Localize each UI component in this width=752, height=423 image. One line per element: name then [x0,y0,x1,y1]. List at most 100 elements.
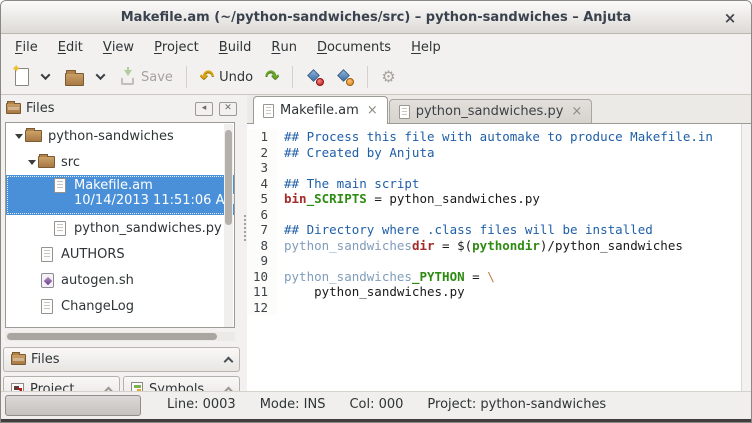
open-file-dropdown[interactable] [90,69,114,86]
line-number[interactable]: 10 [247,269,277,285]
new-file-icon [15,68,29,86]
code-line-11: 11 python_sandwiches.py [247,284,741,300]
tree-item-python-sandwiches[interactable]: python-sandwiches [6,123,234,149]
menu-file[interactable]: File [5,34,48,60]
goto-definition-button[interactable] [300,65,330,90]
line-number[interactable]: 5 [247,191,277,207]
preferences-button[interactable]: ⚙ [375,65,401,89]
redo-button[interactable]: ↷ [259,65,285,90]
tree-vertical-scrollbar[interactable] [224,124,233,328]
redo-icon: ↷ [265,69,279,86]
status-line: Line: 0003 [167,397,236,412]
new-file-button[interactable] [9,64,35,90]
tree-item-label: ChangeLog [61,299,134,314]
menu-project[interactable]: Project [144,34,209,60]
line-number[interactable]: 3 [247,160,277,176]
code-editor[interactable]: 1## Process this file with automake to p… [247,124,741,391]
editor-area: Makefile.am×python_sandwiches.py× 1## Pr… [247,95,751,391]
folder-icon [11,354,26,365]
panel-dock-button[interactable]: ◂ [195,102,213,116]
line-number[interactable]: 7 [247,222,277,238]
tree-item-label: python_sandwiches.py [74,221,222,236]
tree-item-text: Makefile.am10/14/2013 11:51:06 AM [74,178,235,208]
panel-close-button[interactable]: ✕ [219,102,237,116]
tree-item-src[interactable]: src [6,149,234,175]
tree-item-label: python-sandwiches [48,129,174,144]
code-line-10: 10python_sandwiches_PYTHON = \ [247,269,741,285]
line-number[interactable]: 12 [247,300,277,316]
tree-item-makefile-am[interactable]: Makefile.am10/14/2013 11:51:06 AM [6,175,234,215]
folder-icon [6,103,21,114]
tree-item-timestamp: 10/14/2013 11:51:06 AM [74,193,235,208]
tree-item-changelog[interactable]: ChangeLog [6,293,234,319]
status-col: Col: 000 [349,397,403,412]
statusbar: Line: 0003 Mode: INS Col: 000 Project: p… [1,391,751,422]
code-line-9: 9 [247,253,741,269]
code-text: bin_SCRIPTS = python_sandwiches.py [277,191,540,207]
editor-tab-python-sandwiches-py[interactable]: python_sandwiches.py× [389,99,593,123]
line-number[interactable]: 9 [247,253,277,269]
menu-documents[interactable]: Documents [307,34,401,60]
save-button[interactable]: Save [114,66,179,89]
tree-item-authors[interactable]: AUTHORS [6,241,234,267]
code-text [277,300,284,316]
editor-vertical-scrollbar[interactable] [741,124,751,391]
save-label: Save [141,70,173,85]
toolbar-separator [292,66,293,88]
code-line-8: 8python_sandwichesdir = $(pythondir)/pyt… [247,238,741,254]
tree-item-python-sandwiches-py[interactable]: python_sandwiches.py [6,215,234,241]
tab-close-icon[interactable]: × [367,104,378,117]
menu-view[interactable]: View [93,34,144,60]
expander-icon[interactable] [25,160,38,165]
tab-close-icon[interactable]: × [571,105,582,118]
files-panel-header: Files ◂ ✕ [1,95,242,122]
editor-tab-makefile-am[interactable]: Makefile.am× [253,96,388,124]
anjuta-window: Makefile.am (~/python-sandwiches/src) – … [0,0,752,423]
open-file-button[interactable] [59,65,90,90]
status-project: Project: python-sandwiches [427,397,606,412]
tree-item-text: autogen.sh [61,273,134,288]
files-collapsed-label: Files [31,352,60,367]
line-number[interactable]: 11 [247,284,277,300]
tree-horizontal-scrollbar[interactable] [5,332,235,341]
file-icon [54,178,66,193]
toolbar-separator [186,66,187,88]
line-number[interactable]: 2 [247,145,277,161]
editor-tabstrip: Makefile.am×python_sandwiches.py× [247,95,751,124]
new-file-dropdown[interactable] [35,69,59,86]
undo-label: Undo [219,70,253,85]
code-text [277,253,284,269]
tree-item-text: src [61,155,80,170]
folder-icon [25,130,42,142]
chevron-down-icon [96,70,106,80]
files-collapsed-panel[interactable]: Files [3,347,240,372]
menu-help[interactable]: Help [401,34,451,60]
undo-button[interactable]: ↶ Undo [194,65,259,90]
status-mode: Mode: INS [260,397,326,412]
tree-item-text: python_sandwiches.py [74,221,222,236]
tree-item-text: AUTHORS [61,247,125,262]
triangle-down-icon [28,160,36,165]
menu-run[interactable]: Run [261,34,307,60]
tree-item-label: autogen.sh [61,273,134,288]
window-close-button[interactable]: × [719,7,741,29]
chevron-down-icon [41,70,51,80]
line-number[interactable]: 4 [247,176,277,192]
menu-build[interactable]: Build [209,34,262,60]
code-text: python_sandwiches.py [277,284,465,300]
file-icon [41,247,53,262]
code-line-1: 1## Process this file with automake to p… [247,129,741,145]
line-number[interactable]: 1 [247,129,277,145]
file-icon [399,105,410,119]
goto-declaration-button[interactable] [330,65,360,90]
code-line-5: 5bin_SCRIPTS = python_sandwiches.py [247,191,741,207]
menu-edit[interactable]: Edit [48,34,93,60]
line-number[interactable]: 6 [247,207,277,223]
tree-item-autogen-sh[interactable]: autogen.sh [6,267,234,293]
toolbar-separator [367,66,368,88]
close-icon: × [724,11,737,26]
tree-item-label: AUTHORS [61,247,125,262]
line-number[interactable]: 8 [247,238,277,254]
code-text: python_sandwichesdir = $(pythondir)/pyth… [277,238,683,254]
expander-icon[interactable] [12,134,25,139]
